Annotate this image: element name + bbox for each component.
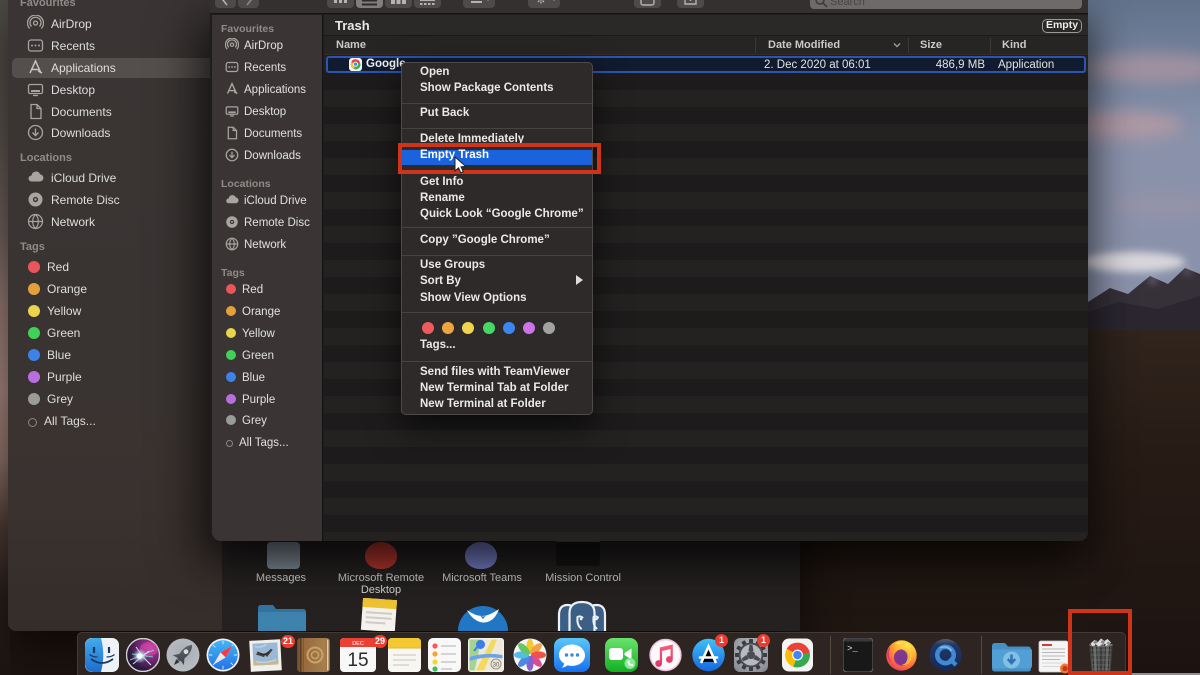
- svg-text:>_: >_: [847, 644, 858, 654]
- svg-text:Search: Search: [830, 0, 865, 8]
- svg-text:30: 30: [493, 663, 500, 669]
- svg-text:DEC: DEC: [352, 641, 364, 647]
- svg-text:15: 15: [347, 650, 368, 671]
